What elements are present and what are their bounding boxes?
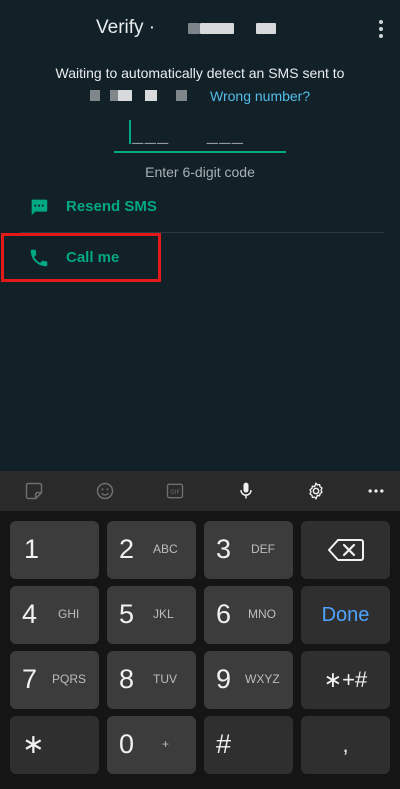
- key-hash[interactable]: #: [204, 716, 293, 774]
- page-title: Verify ·: [96, 17, 156, 38]
- key-0[interactable]: 0 +: [107, 716, 196, 774]
- key-symbol: ∗: [22, 729, 45, 759]
- key-letters: ABC: [153, 542, 178, 556]
- gif-icon[interactable]: GIF: [163, 479, 187, 503]
- key-letters: +: [162, 737, 170, 751]
- key-digit: 7: [22, 664, 38, 694]
- key-digit: 0: [119, 729, 135, 759]
- key-letters: MNO: [248, 607, 276, 621]
- redacted-number: [176, 90, 187, 101]
- key-star[interactable]: ∗: [10, 716, 99, 774]
- key-digit: 5: [119, 599, 135, 629]
- phone-number-row: Wrong number?: [0, 87, 400, 105]
- key-digit: 1: [24, 534, 40, 564]
- redacted-phone-number: [256, 23, 276, 34]
- symbols-label: ∗+#: [323, 667, 368, 692]
- emoji-icon[interactable]: [93, 479, 117, 503]
- app-bar: Verify ·: [0, 16, 400, 42]
- text-cursor: [129, 120, 131, 144]
- svg-text:GIF: GIF: [170, 490, 180, 496]
- wrong-number-link[interactable]: Wrong number?: [210, 87, 310, 105]
- code-placeholder: ___ ___: [132, 122, 244, 144]
- key-symbol: ,: [342, 732, 349, 757]
- redacted-number: [90, 90, 100, 101]
- key-letters: TUV: [153, 672, 177, 686]
- more-horiz-icon[interactable]: [364, 479, 388, 503]
- done-key[interactable]: Done: [301, 586, 390, 644]
- key-2[interactable]: 2 ABC: [107, 521, 196, 579]
- numeric-keyboard: GIF 1 2 ABC 3 DEF 4 GHI 5 JKL 6 MNO Done…: [0, 471, 400, 789]
- symbols-key[interactable]: ∗+#: [301, 651, 390, 709]
- redacted-number: [110, 90, 118, 101]
- key-digit: 8: [119, 664, 135, 694]
- code-input[interactable]: ___ ___: [114, 118, 286, 153]
- key-letters: JKL: [153, 607, 174, 621]
- key-digit: 4: [22, 599, 38, 629]
- key-digit: 9: [216, 664, 232, 694]
- redacted-phone-number: [188, 23, 200, 34]
- key-7[interactable]: 7 PQRS: [10, 651, 99, 709]
- resend-sms-button[interactable]: Resend SMS: [0, 186, 400, 226]
- redacted-number: [118, 90, 132, 101]
- key-digit: 2: [119, 534, 135, 564]
- key-1[interactable]: 1: [10, 521, 99, 579]
- key-letters: WXYZ: [245, 672, 280, 686]
- key-6[interactable]: 6 MNO: [204, 586, 293, 644]
- key-digit: 6: [216, 599, 232, 629]
- key-comma[interactable]: ,: [301, 716, 390, 774]
- key-3[interactable]: 3 DEF: [204, 521, 293, 579]
- backspace-icon: [328, 539, 364, 561]
- redacted-number: [145, 90, 157, 101]
- key-digit: 3: [216, 534, 232, 564]
- key-8[interactable]: 8 TUV: [107, 651, 196, 709]
- key-4[interactable]: 4 GHI: [10, 586, 99, 644]
- sms-waiting-message: Waiting to automatically detect an SMS s…: [55, 65, 345, 81]
- backspace-key[interactable]: [301, 521, 390, 579]
- more-vert-icon[interactable]: [378, 20, 384, 38]
- key-5[interactable]: 5 JKL: [107, 586, 196, 644]
- key-letters: GHI: [58, 607, 80, 621]
- microphone-icon[interactable]: [234, 479, 258, 503]
- key-letters: DEF: [251, 542, 275, 556]
- message-icon: [31, 199, 48, 216]
- highlight-box: [1, 233, 161, 282]
- keyboard-toolbar: GIF: [0, 471, 400, 511]
- verify-screen: Verify · Waiting to automatically detect…: [0, 0, 400, 471]
- sticker-icon[interactable]: [22, 479, 46, 503]
- resend-sms-label: Resend SMS: [66, 198, 157, 215]
- keypad: 1 2 ABC 3 DEF 4 GHI 5 JKL 6 MNO Done 7 P…: [0, 511, 400, 789]
- key-9[interactable]: 9 WXYZ: [204, 651, 293, 709]
- key-symbol: #: [216, 729, 232, 759]
- settings-icon[interactable]: [304, 479, 328, 503]
- done-label: Done: [321, 604, 370, 626]
- redacted-phone-number: [200, 23, 234, 34]
- code-hint: Enter 6-digit code: [145, 164, 255, 180]
- key-letters: PQRS: [52, 672, 87, 686]
